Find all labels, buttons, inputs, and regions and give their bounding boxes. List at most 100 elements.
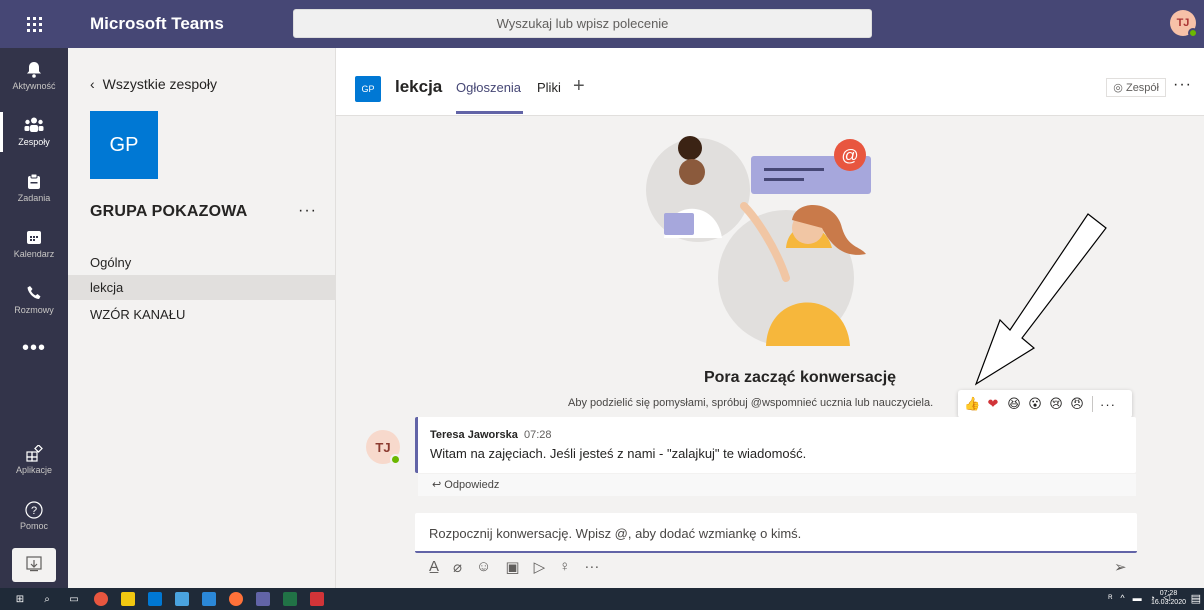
presence-available-icon [1188, 28, 1198, 38]
teams-icon [24, 117, 44, 135]
tab-files[interactable]: Pliki [537, 80, 561, 95]
rail-label: Zadania [17, 193, 51, 203]
team-avatar: GP [90, 111, 158, 179]
welcome-illustration: @ [646, 136, 871, 346]
header-more-button[interactable]: ··· [1173, 76, 1192, 94]
rail-label: Aplikacje [15, 465, 53, 475]
bell-icon [26, 61, 42, 79]
heart-reaction-icon[interactable]: ❤ [985, 396, 1001, 412]
teams-taskbar-icon[interactable] [256, 592, 270, 606]
task-view-icon[interactable]: ▭ [67, 592, 81, 606]
team-more-button[interactable]: ··· [298, 202, 317, 220]
message-card[interactable]: Teresa Jaworska 07:28 Witam na zajęciach… [415, 417, 1136, 473]
like-reaction-icon[interactable]: 👍 [964, 396, 980, 412]
more-options-icon[interactable]: ··· [584, 558, 599, 576]
apps-icon [25, 444, 43, 463]
rail-bottom: Aplikacje ? Pomoc [0, 432, 68, 544]
sticker-icon[interactable]: ▷ [534, 558, 546, 576]
team-name: GRUPA POKAZOWA [90, 203, 248, 220]
rail-label: Pomoc [19, 521, 48, 531]
rail-label: Kalendarz [13, 249, 55, 259]
reply-icon: ↩ [432, 479, 442, 491]
top-bar: Microsoft Teams Wyszukaj lub wpisz polec… [0, 0, 1204, 48]
firefox-icon[interactable] [229, 592, 243, 606]
channel-item-general[interactable]: Ogólny [68, 250, 335, 275]
app-rail: Aktywność Zespoły Zadania Kalendarz Rozm… [0, 48, 68, 588]
avatar-initials: TJ [375, 439, 391, 455]
search-icon[interactable]: ⌕ [40, 592, 54, 606]
attach-icon[interactable]: ⌀ [453, 558, 462, 576]
rail-item-calls[interactable]: Rozmowy [0, 272, 68, 328]
divider [1092, 396, 1093, 412]
annotation-arrow [974, 213, 1107, 386]
laugh-reaction-icon[interactable]: 😆 [1006, 396, 1022, 412]
reply-button[interactable]: ↩ Odpowiedz [415, 474, 1136, 496]
app-icon[interactable] [175, 592, 189, 606]
message-author-avatar[interactable]: TJ [366, 430, 401, 465]
rail-label: Zespoły [18, 137, 50, 147]
chevron-up-icon[interactable]: ^ [1120, 593, 1124, 603]
rail-label: Rozmowy [14, 305, 54, 315]
pdf-icon[interactable] [310, 592, 324, 606]
channel-item-wzor-kanalu[interactable]: WZÓR KANAŁU [68, 302, 335, 327]
explorer-icon[interactable] [121, 592, 135, 606]
compose-toolbar: A̲ ⌀ ☺ ▣ ▷ ♀ ··· [429, 558, 599, 576]
active-tab-indicator [456, 111, 523, 114]
channel-title: lekcja [395, 77, 443, 96]
battery-icon[interactable]: ▬ [1133, 593, 1142, 603]
reaction-bar: 👍 ❤ 😆 😮 😢 😠 ··· [958, 390, 1132, 418]
store-icon[interactable] [148, 592, 162, 606]
chrome-icon[interactable] [94, 592, 108, 606]
rail-item-apps[interactable]: Aplikacje [0, 432, 68, 488]
rail-item-calendar[interactable]: Kalendarz [0, 216, 68, 272]
reply-label: Odpowiedz [444, 479, 500, 491]
channel-team-avatar: GP [355, 76, 381, 102]
windows-start-icon[interactable]: ⊞ [13, 592, 27, 606]
calendar-icon [26, 229, 42, 247]
rail-item-help[interactable]: ? Pomoc [0, 488, 68, 544]
chevron-left-icon: ‹ [90, 76, 95, 92]
taskbar-clock[interactable]: 07:28 16.03.2020 [1151, 589, 1186, 607]
tab-posts[interactable]: Ogłoszenia [456, 80, 521, 95]
giphy-icon[interactable]: ▣ [505, 558, 519, 576]
rail-item-activity[interactable]: Aktywność [0, 48, 68, 104]
channel-item-lekcja[interactable]: lekcja [68, 275, 335, 300]
os-taskbar: ⊞ ⌕ ▭ ᴿ ^ ▬ ◔ ◁ 07:28 16.03.2020 ▤ [0, 588, 1204, 610]
praise-icon[interactable]: ♀ [559, 558, 570, 576]
mail-icon[interactable] [202, 592, 216, 606]
format-icon[interactable]: A̲ [429, 558, 439, 576]
app-title: Microsoft Teams [90, 14, 224, 33]
all-teams-label: Wszystkie zespoły [102, 76, 218, 92]
notifications-icon[interactable]: ▤ [1191, 592, 1201, 605]
user-avatar[interactable]: TJ [1170, 10, 1198, 38]
rail-item-assignments[interactable]: Zadania [0, 160, 68, 216]
message-time: 07:28 [524, 429, 552, 441]
svg-text:@: @ [841, 146, 858, 165]
compose-box[interactable]: Rozpocznij konwersację. Wpisz @, aby dod… [415, 513, 1137, 553]
app-launcher-icon[interactable] [0, 0, 68, 48]
team-panel: ‹ Wszystkie zespoły GP GRUPA POKAZOWA ···… [68, 48, 336, 588]
svg-text:?: ? [31, 505, 37, 517]
people-icon[interactable]: ᴿ [1108, 593, 1112, 603]
emoji-icon[interactable]: ☺ [476, 558, 491, 576]
more-options-icon[interactable]: ··· [1100, 397, 1116, 412]
message-author: Teresa Jaworska [430, 429, 518, 441]
search-input[interactable]: Wyszukaj lub wpisz polecenie [293, 9, 872, 38]
angry-reaction-icon[interactable]: 😠 [1069, 396, 1085, 412]
phone-icon [27, 285, 42, 303]
excel-icon[interactable] [283, 592, 297, 606]
rail-item-teams[interactable]: Zespoły [0, 104, 68, 160]
add-tab-button[interactable]: + [573, 75, 585, 98]
sad-reaction-icon[interactable]: 😢 [1048, 396, 1064, 412]
presence-available-icon [390, 454, 401, 465]
message-text: Witam na zajęciach. Jeśli jesteś z nami … [430, 446, 807, 461]
rail-more-button[interactable]: ••• [0, 328, 68, 368]
surprised-reaction-icon[interactable]: 😮 [1027, 396, 1043, 412]
eye-icon: ◎ [1113, 82, 1123, 94]
send-icon[interactable]: ➢ [1114, 558, 1127, 576]
team-info-button[interactable]: ◎ Zespół [1106, 78, 1166, 97]
clock-time: 07:28 [1159, 590, 1178, 597]
help-icon: ? [25, 501, 43, 519]
all-teams-link[interactable]: ‹ Wszystkie zespoły [90, 76, 217, 92]
download-app-button[interactable] [12, 548, 56, 582]
